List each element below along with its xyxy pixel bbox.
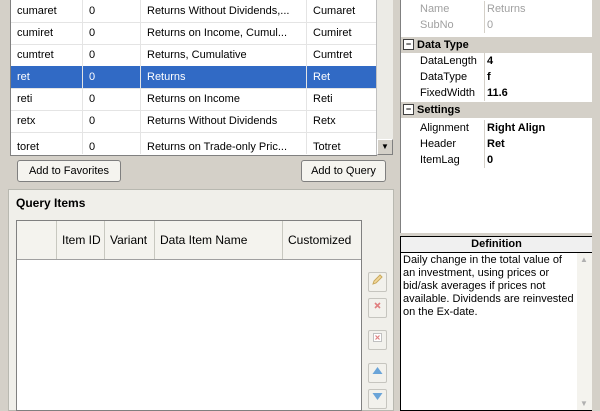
property-row-alignment[interactable]: Alignment Right Align bbox=[401, 120, 593, 136]
column-item-id[interactable]: Item ID bbox=[57, 221, 105, 259]
property-row-header[interactable]: Header Ret bbox=[401, 136, 593, 152]
item-name: Cumiret bbox=[313, 27, 352, 39]
column-variant[interactable]: Variant bbox=[105, 221, 155, 259]
property-key: FixedWidth bbox=[419, 85, 485, 101]
property-row-datatype[interactable]: DataType f bbox=[401, 69, 593, 85]
definition-header: Definition bbox=[401, 237, 592, 253]
category-settings[interactable]: − Settings bbox=[401, 102, 593, 118]
item-number: 0 bbox=[83, 22, 141, 44]
property-row-itemlag[interactable]: ItemLag 0 bbox=[401, 152, 593, 168]
row-header-cell bbox=[17, 221, 57, 259]
item-code: toret bbox=[11, 132, 83, 154]
item-code: cumiret bbox=[11, 22, 83, 44]
item-name: Cumtret bbox=[313, 49, 353, 61]
item-description: Returns, Cumulative bbox=[141, 44, 307, 66]
add-to-favorites-button[interactable]: Add to Favorites bbox=[17, 160, 121, 182]
table-row-selected[interactable]: ret 0 Returns Ret bbox=[11, 66, 377, 89]
property-value: 0 bbox=[487, 19, 494, 31]
collapse-icon[interactable]: − bbox=[403, 39, 414, 50]
table-row[interactable]: reti 0 Returns on Income Reti bbox=[11, 88, 377, 111]
window-edge bbox=[592, 0, 600, 411]
items-scrollbar[interactable]: ▼ bbox=[376, 0, 393, 155]
item-code: cumtret bbox=[11, 44, 83, 66]
property-key: Header bbox=[419, 136, 485, 152]
property-value: 0 bbox=[487, 154, 494, 166]
edit-icon[interactable] bbox=[368, 272, 387, 292]
item-number: 0 bbox=[83, 66, 141, 88]
category-data-type[interactable]: − Data Type bbox=[401, 37, 593, 53]
property-value: 11.6 bbox=[487, 87, 508, 99]
scroll-up-icon[interactable]: ▲ bbox=[580, 255, 588, 264]
property-key: DataType bbox=[419, 69, 485, 85]
move-up-icon[interactable] bbox=[368, 363, 387, 383]
property-key: Name bbox=[419, 1, 485, 17]
table-row[interactable]: toret 0 Returns on Trade-only Pric... To… bbox=[11, 132, 377, 155]
property-row-subno[interactable]: SubNo 0 bbox=[401, 17, 593, 33]
table-row[interactable]: cumaret 0 Returns Without Dividends,... … bbox=[11, 0, 377, 23]
item-description: Returns on Income, Cumul... bbox=[141, 22, 307, 44]
property-key: ItemLag bbox=[419, 152, 485, 168]
item-description: Returns Without Dividends bbox=[141, 110, 307, 132]
item-code: reti bbox=[11, 88, 83, 110]
properties-grid[interactable]: Name Returns SubNo 0 − Data Type DataLen… bbox=[400, 0, 593, 233]
item-code: cumaret bbox=[11, 0, 83, 22]
definition-panel: Definition Daily change in the total val… bbox=[400, 236, 593, 411]
property-value: Ret bbox=[487, 138, 505, 150]
property-value: 4 bbox=[487, 55, 494, 67]
property-row-fixedwidth[interactable]: FixedWidth 11.6 bbox=[401, 85, 593, 101]
query-grid-header: Item ID Variant Data Item Name Customize… bbox=[17, 221, 361, 260]
item-description: Returns Without Dividends,... bbox=[141, 0, 307, 22]
move-down-icon[interactable] bbox=[368, 389, 387, 409]
query-items-grid[interactable]: Item ID Variant Data Item Name Customize… bbox=[16, 220, 362, 411]
item-number: 0 bbox=[83, 88, 141, 110]
category-label: Data Type bbox=[417, 39, 469, 51]
collapse-icon[interactable]: − bbox=[403, 104, 414, 115]
item-name: Reti bbox=[313, 93, 333, 105]
property-key: DataLength bbox=[419, 53, 485, 69]
item-description: Returns on Income bbox=[141, 88, 307, 110]
data-items-table[interactable]: cumaret 0 Returns Without Dividends,... … bbox=[10, 0, 377, 156]
property-value: f bbox=[487, 71, 491, 83]
delete-icon[interactable] bbox=[368, 298, 387, 318]
item-description: Returns on Trade-only Pric... bbox=[141, 132, 307, 154]
item-code: ret bbox=[11, 66, 83, 88]
property-key: Alignment bbox=[419, 120, 485, 136]
query-items-title: Query Items bbox=[16, 196, 86, 210]
item-code: retx bbox=[11, 110, 83, 132]
scroll-down-icon[interactable]: ▼ bbox=[580, 399, 588, 408]
scroll-down-icon[interactable]: ▼ bbox=[377, 139, 393, 155]
item-number: 0 bbox=[83, 110, 141, 132]
property-row-datalength[interactable]: DataLength 4 bbox=[401, 53, 593, 69]
table-row[interactable]: retx 0 Returns Without Dividends Retx bbox=[11, 110, 377, 133]
item-name: Retx bbox=[313, 115, 336, 127]
property-value: Right Align bbox=[487, 122, 546, 134]
item-name: Totret bbox=[313, 141, 341, 153]
item-description: Returns bbox=[141, 66, 307, 88]
add-to-query-button[interactable]: Add to Query bbox=[301, 160, 386, 182]
property-row-name[interactable]: Name Returns bbox=[401, 1, 593, 17]
property-key: SubNo bbox=[419, 17, 485, 33]
item-name: Ret bbox=[313, 71, 331, 83]
item-name: Cumaret bbox=[313, 5, 356, 17]
item-number: 0 bbox=[83, 44, 141, 66]
category-label: Settings bbox=[417, 104, 461, 116]
property-value: Returns bbox=[487, 3, 526, 15]
column-data-item-name[interactable]: Data Item Name bbox=[155, 221, 283, 259]
column-customized[interactable]: Customized bbox=[283, 221, 361, 259]
clear-icon[interactable] bbox=[368, 330, 387, 350]
table-row[interactable]: cumtret 0 Returns, Cumulative Cumtret bbox=[11, 44, 377, 67]
definition-text: Daily change in the total value of an in… bbox=[403, 254, 574, 318]
item-number: 0 bbox=[83, 0, 141, 22]
definition-scrollbar[interactable]: ▲ ▼ bbox=[577, 253, 592, 410]
table-row[interactable]: cumiret 0 Returns on Income, Cumul... Cu… bbox=[11, 22, 377, 45]
item-number: 0 bbox=[83, 132, 141, 154]
